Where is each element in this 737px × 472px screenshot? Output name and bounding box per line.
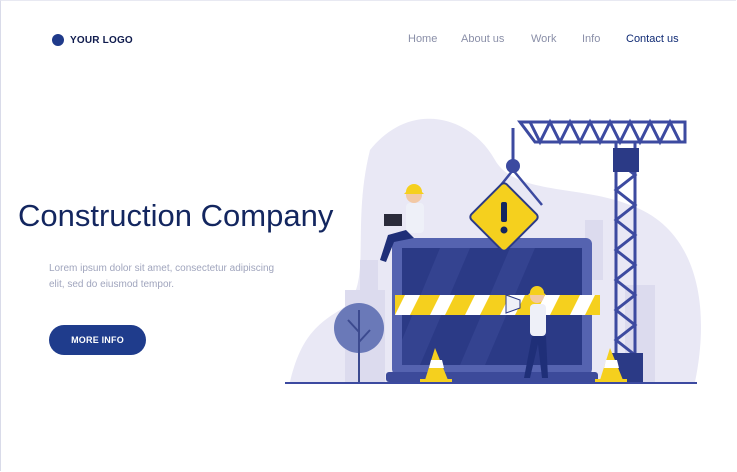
nav-info[interactable]: Info xyxy=(582,33,600,45)
hero-description-line-1: Lorem ipsum dolor sit amet, consectetur … xyxy=(49,263,275,274)
nav-home[interactable]: Home xyxy=(408,33,437,45)
hero-description: Lorem ipsum dolor sit amet, consectetur … xyxy=(49,261,299,293)
nav-about-us[interactable]: About us xyxy=(461,33,504,45)
hero-description-line-2: elit, sed do eiusmod tempor. xyxy=(49,279,175,290)
nav-contact-us[interactable]: Contact us xyxy=(626,33,679,45)
crane-cab xyxy=(613,148,639,172)
construction-illustration xyxy=(285,118,702,384)
ground-line xyxy=(285,382,697,384)
main-nav: Home About us Work Info Contact us xyxy=(0,33,737,47)
nav-work[interactable]: Work xyxy=(531,33,556,45)
barrier-tape xyxy=(395,295,600,315)
more-info-button[interactable]: MORE INFO xyxy=(49,325,146,355)
building-left-2 xyxy=(360,260,378,300)
